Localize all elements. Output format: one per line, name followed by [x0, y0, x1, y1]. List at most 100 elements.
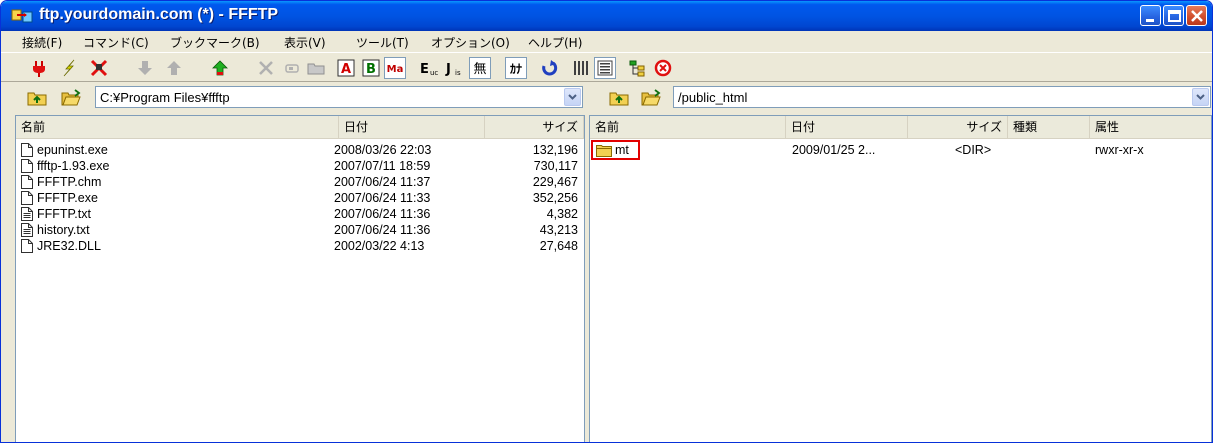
remote-col-date[interactable]: 日付	[786, 116, 908, 138]
local-up-folder-icon[interactable]	[27, 89, 47, 107]
remote-col-name[interactable]: 名前	[590, 116, 786, 138]
download-button[interactable]	[134, 57, 156, 79]
local-file-row[interactable]: ffftp-1.93.exe 2007/07/11 18:59 730,117	[16, 158, 584, 174]
local-file-list[interactable]: 名前 日付 サイズ epuninst.exe 2008/03/26 22:03 …	[15, 115, 585, 442]
file-icon	[21, 159, 33, 173]
delete-icon	[259, 61, 273, 75]
remote-up-folder-icon[interactable]	[609, 89, 629, 107]
file-date: 2007/07/11 18:59	[334, 159, 431, 173]
local-path-text: C:¥Program Files¥ffftp	[100, 90, 230, 105]
remote-path-combobox[interactable]: /public_html	[673, 86, 1211, 108]
jis-kanji-button[interactable]: Jis	[444, 57, 466, 79]
no-kanji-conversion-button[interactable]: 無	[469, 57, 491, 79]
local-col-size[interactable]: サイズ	[485, 116, 584, 138]
remote-col-size[interactable]: サイズ	[908, 116, 1008, 138]
file-name: FFFTP.txt	[37, 207, 91, 221]
file-name: epuninst.exe	[37, 143, 108, 157]
binary-mode-button[interactable]: B	[360, 57, 382, 79]
remote-col-type[interactable]: 種類	[1008, 116, 1090, 138]
file-icon	[21, 143, 33, 157]
local-path-bar: C:¥Program Files¥ffftp	[1, 85, 583, 111]
menu-bookmark[interactable]: ブックマーク(B)	[170, 34, 260, 51]
remote-path-text: /public_html	[678, 90, 748, 105]
jis-sub-label: is	[455, 69, 461, 77]
local-col-name[interactable]: 名前	[16, 116, 339, 138]
file-date: 2007/06/24 11:36	[334, 207, 431, 221]
file-size: 43,213	[539, 223, 578, 237]
upload-button[interactable]	[163, 57, 185, 79]
refresh-button[interactable]	[538, 57, 560, 79]
mirror-upload-button[interactable]	[209, 57, 231, 79]
minimize-button[interactable]	[1140, 5, 1161, 26]
menu-command[interactable]: コマンド(C)	[83, 34, 149, 51]
file-size: 229,467	[532, 175, 578, 189]
menu-help[interactable]: ヘルプ(H)	[528, 34, 582, 51]
refresh-icon	[542, 60, 558, 76]
local-file-row[interactable]: JRE32.DLL 2002/03/22 4:13 27,648	[16, 238, 584, 254]
connect-button[interactable]	[28, 57, 50, 79]
title-bar[interactable]: ftp.yourdomain.com (*) - FFFTP	[1, 1, 1212, 31]
chevron-down-icon	[1196, 94, 1205, 100]
file-size: <DIR>	[955, 143, 992, 157]
euc-icon: Euc	[420, 62, 438, 77]
ascii-mode-button[interactable]: A	[335, 57, 357, 79]
stop-button[interactable]	[652, 57, 674, 79]
file-attributes: rwxr-xr-x	[1095, 143, 1144, 157]
local-file-row[interactable]: FFFTP.exe 2007/06/24 11:33 352,256	[16, 190, 584, 206]
remote-path-bar: /public_html	[589, 85, 1212, 111]
plug-icon	[33, 61, 45, 77]
local-file-row[interactable]: FFFTP.chm 2007/06/24 11:37 229,467	[16, 174, 584, 190]
file-icon	[21, 175, 33, 189]
delete-button[interactable]	[255, 57, 277, 79]
details-view-button[interactable]	[594, 57, 616, 79]
local-path-combobox[interactable]: C:¥Program Files¥ffftp	[95, 86, 583, 108]
menu-tools[interactable]: ツール(T)	[356, 34, 409, 51]
list-view-button[interactable]	[570, 57, 592, 79]
remote-file-row[interactable]: mt 2009/01/25 2... <DIR> rwxr-xr-x	[590, 140, 1211, 160]
quick-connect-button[interactable]	[58, 57, 80, 79]
menu-connect[interactable]: 接続(F)	[22, 34, 62, 51]
auto-mode-button[interactable]: Ma	[384, 57, 406, 79]
file-name: FFFTP.exe	[37, 191, 98, 205]
menu-options[interactable]: オプション(O)	[431, 34, 510, 51]
rename-icon	[285, 64, 299, 73]
euc-kanji-button[interactable]: Euc	[419, 57, 441, 79]
file-size: 352,256	[532, 191, 578, 205]
new-folder-button[interactable]	[305, 57, 327, 79]
remote-open-folder-icon[interactable]	[641, 89, 661, 107]
local-list-header: 名前 日付 サイズ	[16, 116, 584, 139]
file-icon	[21, 191, 33, 205]
local-file-row[interactable]: epuninst.exe 2008/03/26 22:03 132,196	[16, 142, 584, 158]
disconnect-button[interactable]	[88, 57, 110, 79]
text-file-icon	[21, 207, 33, 221]
file-size: 132,196	[532, 143, 578, 157]
new-folder-icon	[307, 63, 325, 75]
file-date: 2002/03/22 4:13	[334, 239, 425, 253]
tree-icon	[629, 60, 645, 77]
stop-icon	[654, 59, 672, 77]
maximize-button[interactable]	[1163, 5, 1184, 26]
remote-file-list[interactable]: 名前 日付 サイズ 種類 属性 mt 2009/01/25 2... <DIR>…	[589, 115, 1212, 442]
close-button[interactable]	[1186, 5, 1207, 26]
close-icon	[1191, 10, 1203, 22]
file-name: JRE32.DLL	[37, 239, 101, 253]
local-file-row[interactable]: history.txt 2007/06/24 11:36 43,213	[16, 222, 584, 238]
file-date: 2007/06/24 11:36	[334, 223, 431, 237]
jis-label: J	[445, 62, 451, 77]
file-date: 2007/06/24 11:33	[334, 191, 431, 205]
remote-col-attr[interactable]: 属性	[1090, 116, 1211, 138]
toolbar: A B Ma Euc Jis 無 ｶﾅ	[1, 52, 1212, 82]
local-path-dropdown-button[interactable]	[564, 88, 581, 106]
file-name: FFFTP.chm	[37, 175, 102, 189]
remote-path-dropdown-button[interactable]	[1192, 88, 1209, 106]
minimize-icon	[1146, 19, 1154, 22]
kana-conversion-button[interactable]: ｶﾅ	[505, 57, 527, 79]
local-col-date[interactable]: 日付	[339, 116, 485, 138]
rename-button[interactable]	[281, 57, 303, 79]
local-file-row[interactable]: FFFTP.txt 2007/06/24 11:36 4,382	[16, 206, 584, 222]
directory-sync-button[interactable]	[626, 57, 648, 79]
maximize-icon	[1168, 10, 1181, 22]
local-open-folder-icon[interactable]	[61, 89, 81, 107]
menu-view[interactable]: 表示(V)	[284, 34, 326, 51]
jis-icon: Jis	[445, 62, 461, 77]
